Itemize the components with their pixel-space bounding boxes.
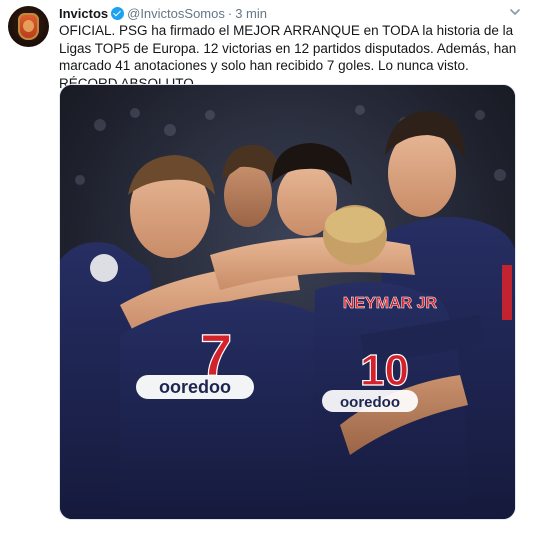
chevron-down-icon[interactable]: [509, 6, 521, 18]
shirt-name-right: NEYMAR JR: [343, 295, 438, 312]
verified-badge-icon: [111, 7, 125, 20]
tweet-text: OFICIAL. PSG ha firmado el MEJOR ARRANQU…: [59, 23, 517, 91]
sponsor-right: ooredoo: [340, 394, 400, 411]
author-name[interactable]: Invictos: [59, 6, 108, 21]
header-separator: ·: [227, 6, 233, 21]
sponsor-left: ooredoo: [159, 377, 231, 397]
tweet-header: Invictos @InvictosSomos · 3 min: [59, 5, 505, 23]
avatar[interactable]: [8, 6, 49, 47]
team-celebration-photo: 7 ooredoo NEYMAR JR 10 ooredoo: [60, 85, 515, 519]
invictos-logo-icon: [18, 13, 39, 40]
author-handle[interactable]: @InvictosSomos: [127, 6, 225, 21]
shirt-number-right: 10: [360, 346, 409, 395]
tweet-card[interactable]: Invictos @InvictosSomos · 3 min OFICIAL. PS…: [0, 0, 535, 536]
tweet-timestamp[interactable]: 3 min: [235, 6, 267, 21]
tweet-photo[interactable]: 7 ooredoo NEYMAR JR 10 ooredoo: [59, 84, 516, 520]
